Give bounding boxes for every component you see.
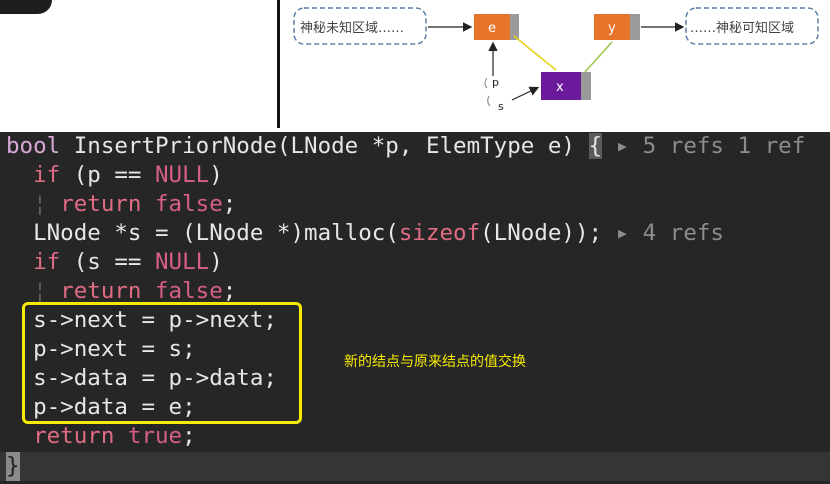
- indent-guide: ¦: [33, 191, 47, 217]
- known-region-label: ……神秘可知区域: [690, 20, 794, 36]
- swap-highlight-box: [22, 302, 302, 424]
- semicolon: ;: [222, 278, 237, 304]
- return-keyword: return: [33, 423, 115, 449]
- node-x-label: x: [556, 80, 564, 95]
- open-brace: {: [588, 133, 603, 159]
- function-params: (LNode *p, ElemType e): [276, 133, 575, 159]
- if-keyword: if: [33, 162, 61, 188]
- null-constant: NULL: [155, 162, 210, 188]
- false-constant: false: [155, 191, 223, 217]
- image-border: [277, 0, 280, 128]
- code-line-5: if (s == NULL): [6, 248, 223, 277]
- code-line-4: LNode *s = (LNode *)malloc(sizeof(LNode)…: [6, 219, 724, 248]
- pointer-p-label: p: [492, 76, 499, 89]
- null-constant: NULL: [155, 249, 210, 275]
- return-keyword: return: [60, 191, 142, 217]
- node-y-label: y: [608, 21, 616, 36]
- true-constant: true: [127, 423, 183, 449]
- node-e-label: e: [488, 21, 496, 36]
- if-keyword: if: [33, 249, 61, 275]
- current-line-highlight: [0, 452, 830, 481]
- condition-close: ): [209, 162, 223, 188]
- semicolon: ;: [182, 423, 196, 449]
- unknown-region-label: 神秘未知区域……: [300, 20, 404, 36]
- indent-guide: ¦: [33, 278, 47, 304]
- malloc-statement-end: (LNode));: [480, 220, 603, 246]
- code-line-1: bool InsertPriorNode(LNode *p, ElemType …: [6, 132, 805, 161]
- refs-hint[interactable]: ▸ 5 refs 1 ref: [616, 133, 806, 159]
- condition: (p ==: [60, 162, 156, 188]
- type-keyword: bool: [6, 133, 61, 159]
- linked-list-diagram: 神秘未知区域…… e y ……神秘可知区域 x p s: [277, 0, 819, 128]
- condition: (s ==: [60, 249, 156, 275]
- semicolon: ;: [222, 191, 237, 217]
- cursor-close-brace[interactable]: }: [6, 452, 20, 481]
- code-editor[interactable]: bool InsertPriorNode(LNode *p, ElemType …: [0, 132, 830, 484]
- condition-close: ): [209, 249, 223, 275]
- function-name: InsertPriorNode: [73, 133, 277, 159]
- pointer-s-label: s: [498, 100, 504, 113]
- return-keyword: return: [60, 278, 142, 304]
- code-line-2: if (p == NULL): [6, 161, 223, 190]
- swap-annotation: 新的结点与原来结点的值交换: [344, 354, 526, 370]
- sizeof-keyword: sizeof: [398, 220, 481, 246]
- refs-hint[interactable]: ▸ 4 refs: [616, 220, 724, 246]
- code-line-3: ¦ return false;: [6, 190, 236, 219]
- code-line-11: return true;: [6, 422, 196, 451]
- malloc-statement: LNode *s = (LNode *)malloc(: [33, 220, 399, 246]
- false-constant: false: [155, 278, 223, 304]
